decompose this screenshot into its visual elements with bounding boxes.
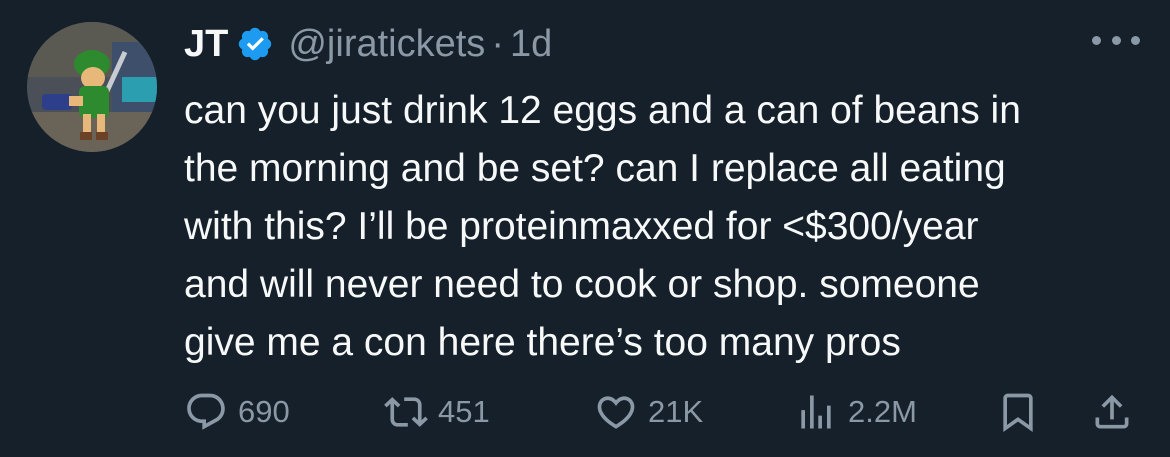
views-button[interactable]: 2.2M [794, 382, 917, 442]
avatar[interactable] [27, 22, 157, 152]
timestamp[interactable]: 1d [510, 23, 552, 66]
reply-count: 690 [238, 394, 290, 429]
tweet: JT @jiratickets · 1d can you just drink … [0, 0, 1170, 457]
more-dot [1111, 35, 1121, 45]
views-icon [794, 390, 838, 434]
views-count: 2.2M [848, 394, 917, 429]
more-dot [1092, 35, 1101, 45]
tweet-text: can you just drink 12 eggs and a can of … [184, 89, 1021, 364]
more-icon[interactable] [1092, 24, 1140, 56]
share-button[interactable] [1090, 382, 1134, 442]
tweet-header: JT @jiratickets · 1d [184, 16, 552, 72]
verified-badge-icon [236, 25, 274, 63]
like-button[interactable]: 21K [594, 382, 703, 442]
retweet-icon [384, 390, 428, 434]
share-icon [1090, 390, 1134, 434]
more-dot [1131, 35, 1140, 45]
reply-icon [184, 390, 228, 434]
heart-icon [594, 390, 638, 434]
retweet-count: 451 [438, 394, 490, 429]
display-name[interactable]: JT [184, 23, 228, 66]
retweet-button[interactable]: 451 [384, 382, 490, 442]
like-count: 21K [648, 394, 704, 429]
action-bar: 690 451 21K 2.2M [184, 382, 1144, 442]
reply-button[interactable]: 690 [184, 382, 290, 442]
user-handle[interactable]: @jiratickets [288, 23, 485, 66]
bookmark-button[interactable] [996, 382, 1040, 442]
avatar-image [27, 22, 157, 152]
bookmark-icon [996, 390, 1040, 434]
separator-dot: · [491, 22, 504, 65]
